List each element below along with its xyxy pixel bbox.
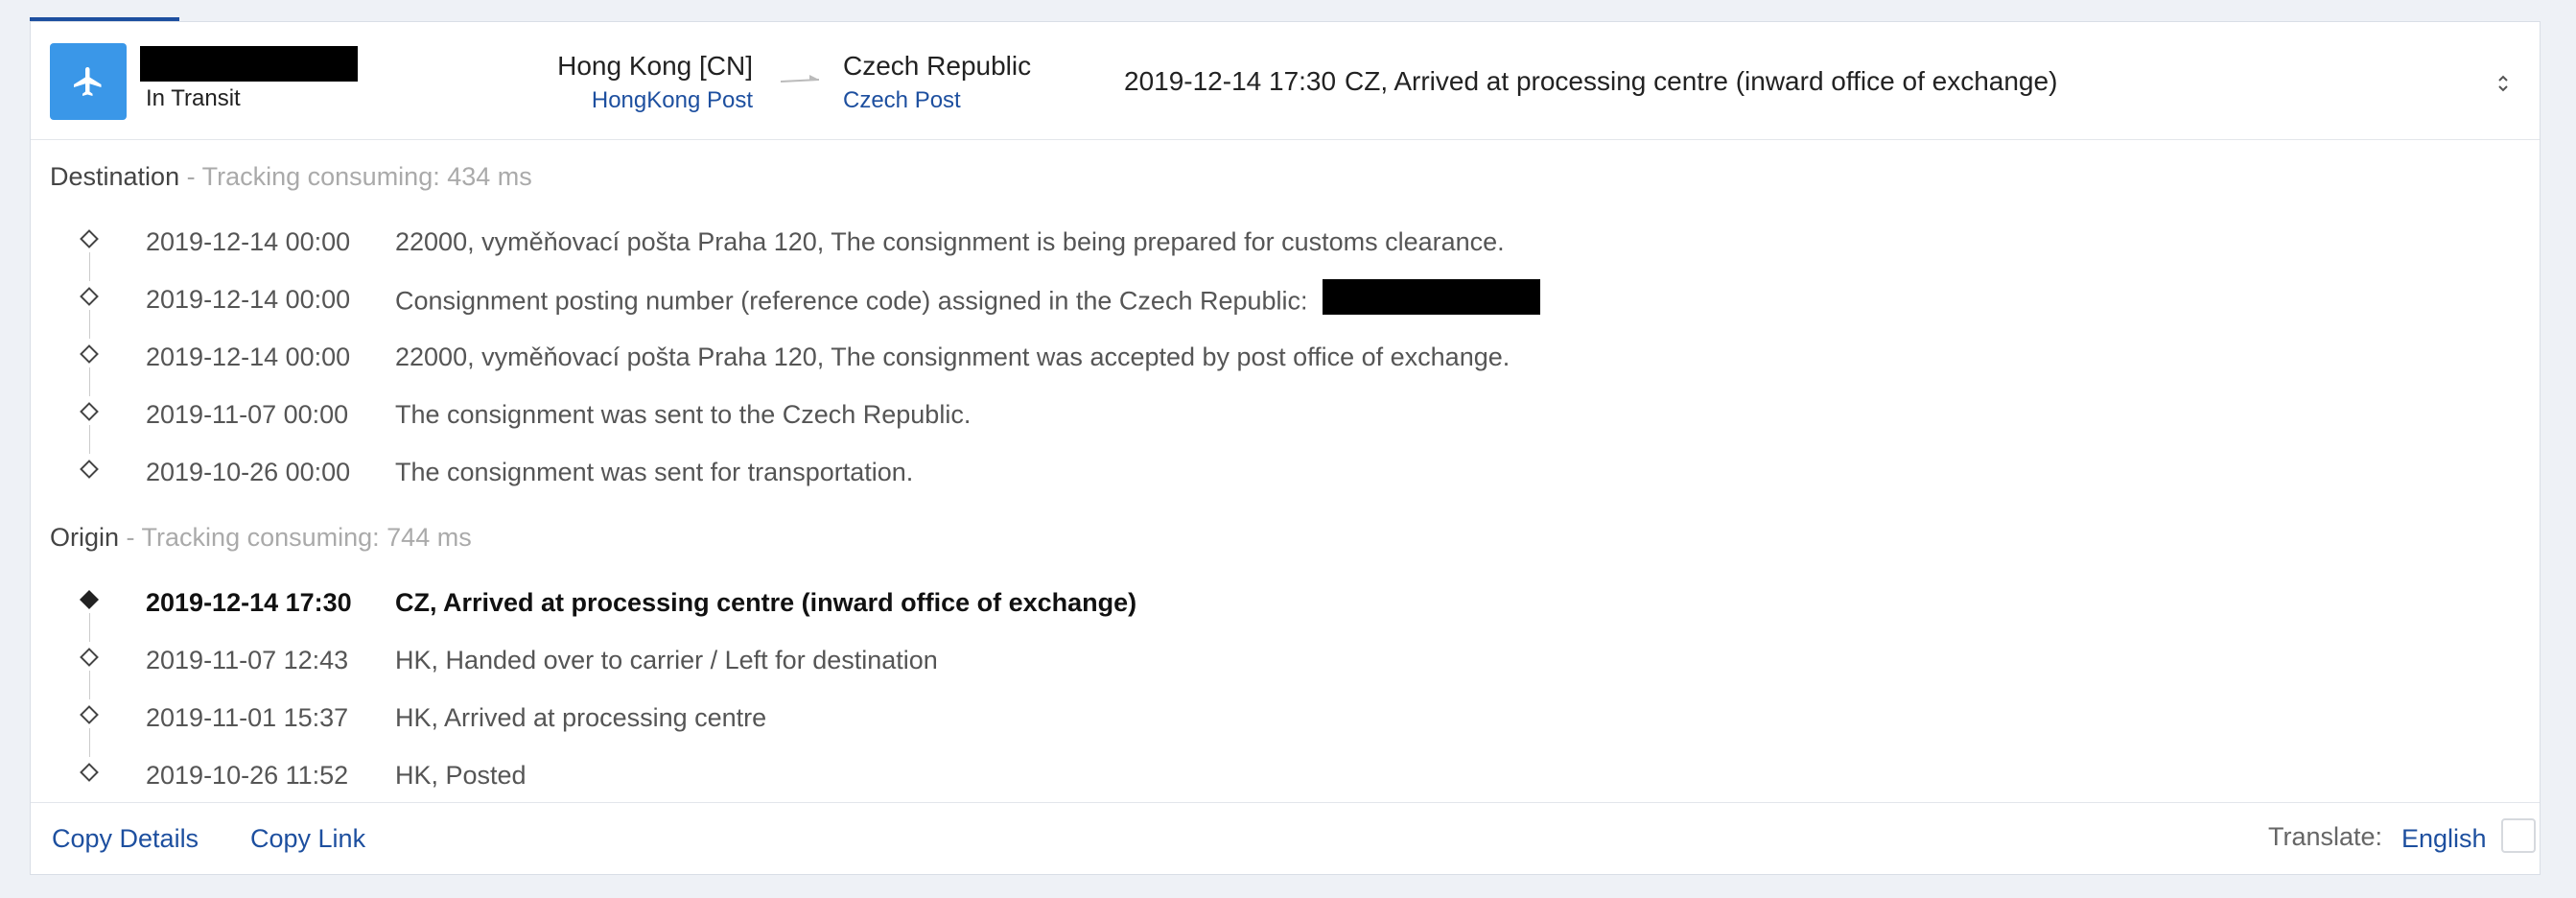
origin-section-title: Origin - Tracking consuming: 744 ms <box>50 523 472 553</box>
timeline-connector <box>89 310 90 339</box>
timeline-dot-icon <box>80 763 99 782</box>
redacted-reference-code <box>1323 279 1541 315</box>
timeline-dot-icon <box>80 229 99 248</box>
event-time: 2019-10-26 11:52 <box>146 761 349 790</box>
timeline-event-latest: 2019-12-14 17:30 CZ, Arrived at processi… <box>31 584 2540 642</box>
event-description: The consignment was sent for transportat… <box>395 458 914 486</box>
event-time: 2019-12-14 17:30 <box>146 588 352 617</box>
timeline-event: 2019-10-26 11:52 HK, Posted <box>31 757 2540 795</box>
event-description: CZ, Arrived at processing centre (inward… <box>395 588 1137 617</box>
card-footer: Copy Details Copy Link Translate: Englis… <box>31 802 2540 874</box>
timeline-dot-icon <box>80 287 99 306</box>
translate-checkbox[interactable] <box>2501 818 2536 853</box>
timeline-dot-filled-icon <box>80 590 99 609</box>
timeline-event: 2019-11-01 15:37 HK, Arrived at processi… <box>31 699 2540 757</box>
timeline-event: 2019-12-14 00:00 22000, vyměňovací pošta… <box>31 224 2540 281</box>
event-time: 2019-11-07 12:43 <box>146 646 349 674</box>
event-time: 2019-12-14 00:00 <box>146 285 351 314</box>
timeline-connector <box>89 728 90 757</box>
event-description: 22000, vyměňovací pošta Praha 120, The c… <box>395 343 1510 371</box>
timeline-dot-icon <box>80 344 99 364</box>
redacted-tracking-number <box>140 46 358 82</box>
tracking-card: In Transit Hong Kong [CN] HongKong Post … <box>30 21 2541 875</box>
timeline-connector <box>89 252 90 281</box>
timeline-dot-icon <box>80 460 99 479</box>
collapse-icon[interactable] <box>2494 68 2513 97</box>
event-description: HK, Handed over to carrier / Left for de… <box>395 646 938 674</box>
origin-carrier-link[interactable]: HongKong Post <box>592 87 753 114</box>
event-time: 2019-10-26 00:00 <box>146 458 351 486</box>
event-description: HK, Arrived at processing centre <box>395 703 767 732</box>
origin-consuming: - Tracking consuming: 744 ms <box>126 523 472 552</box>
latest-event-time: 2019-12-14 17:30 <box>1124 66 1337 96</box>
timeline-connector <box>89 425 90 454</box>
translate-language-select[interactable]: English <box>2401 824 2487 854</box>
timeline-connector <box>89 613 90 642</box>
route-arrow-icon <box>781 75 820 83</box>
copy-details-link[interactable]: Copy Details <box>52 824 199 854</box>
origin-title: Origin <box>50 523 120 552</box>
translate-label: Translate: <box>2268 822 2383 851</box>
event-time: 2019-12-14 00:00 <box>146 227 351 256</box>
event-time: 2019-11-01 15:37 <box>146 703 349 732</box>
event-description-row: Consignment posting number (reference co… <box>395 279 1541 320</box>
event-description: Consignment posting number (reference co… <box>395 286 1308 316</box>
status-icon-box <box>50 43 127 120</box>
event-description: The consignment was sent to the Czech Re… <box>395 400 972 429</box>
destination-consuming: - Tracking consuming: 434 ms <box>186 162 532 191</box>
timeline-event: 2019-12-14 00:00 Consignment posting num… <box>31 279 2540 339</box>
origin-country: Hong Kong [CN] <box>557 51 753 81</box>
destination-title: Destination <box>50 162 180 191</box>
shipment-header[interactable]: In Transit Hong Kong [CN] HongKong Post … <box>31 22 2540 140</box>
copy-link-link[interactable]: Copy Link <box>250 824 365 854</box>
timeline-event: 2019-11-07 12:43 HK, Handed over to carr… <box>31 642 2540 699</box>
airplane-icon <box>74 67 102 96</box>
destination-section-title: Destination - Tracking consuming: 434 ms <box>50 162 532 192</box>
timeline-connector <box>89 671 90 699</box>
timeline-dot-icon <box>80 648 99 667</box>
event-description: 22000, vyměňovací pošta Praha 120, The c… <box>395 227 1505 256</box>
destination-country: Czech Republic <box>843 51 1032 81</box>
timeline-dot-icon <box>80 705 99 724</box>
event-time: 2019-12-14 00:00 <box>146 343 351 371</box>
timeline-dot-icon <box>80 402 99 421</box>
event-time: 2019-11-07 00:00 <box>146 400 349 429</box>
latest-event-description: CZ, Arrived at processing centre (inward… <box>1345 66 2058 96</box>
status-label: In Transit <box>146 85 241 111</box>
destination-carrier-link[interactable]: Czech Post <box>843 87 961 114</box>
timeline-event: 2019-10-26 00:00 The consignment was sen… <box>31 454 2540 492</box>
event-description: HK, Posted <box>395 761 527 790</box>
timeline-event: 2019-12-14 00:00 22000, vyměňovací pošta… <box>31 339 2540 396</box>
timeline-event: 2019-11-07 00:00 The consignment was sen… <box>31 396 2540 454</box>
timeline-connector <box>89 367 90 396</box>
